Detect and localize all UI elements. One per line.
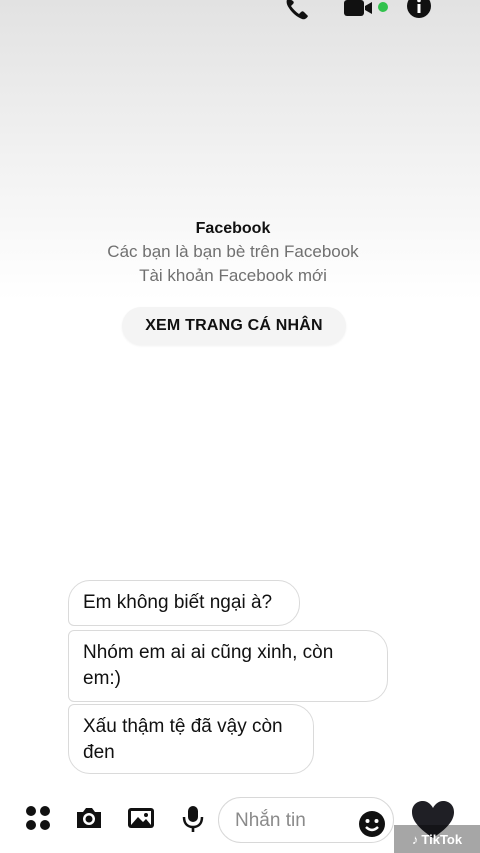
message-bubble[interactable]: Xấu thậm tệ đã vậy còn đen [68, 704, 314, 774]
message-bubble[interactable]: Em không biết ngại à? [68, 580, 300, 626]
info-icon [407, 0, 431, 18]
microphone-icon [182, 806, 204, 832]
emoji-button[interactable] [358, 810, 386, 843]
message-input-placeholder: Nhắn tin [235, 810, 306, 831]
profile-name: Facebook [195, 220, 271, 237]
more-apps-button[interactable] [24, 804, 52, 837]
gallery-icon [128, 808, 154, 828]
account-status: Tài khoản Facebook mới [139, 266, 327, 285]
friendship-status: Các bạn là bạn bè trên Facebook [107, 242, 359, 261]
profile-summary: Facebook Các bạn là bạn bè trên Facebook… [0, 218, 466, 288]
voice-button[interactable] [180, 804, 206, 839]
info-button[interactable] [404, 0, 434, 22]
camera-icon [77, 808, 101, 828]
more-apps-icon [26, 806, 50, 830]
camera-button[interactable] [74, 804, 104, 837]
tiktok-watermark: ♪ TikTok [394, 825, 480, 853]
watermark-text: TikTok [421, 831, 463, 847]
phone-icon [286, 0, 308, 20]
message-bubble[interactable]: Nhóm em ai ai cũng xinh, còn em:) [68, 630, 388, 702]
call-button[interactable] [282, 0, 312, 22]
emoji-icon [359, 811, 385, 837]
view-profile-button[interactable]: XEM TRANG CÁ NHÂN [122, 307, 346, 345]
tiktok-logo-icon: ♪ [411, 831, 419, 847]
online-indicator [378, 2, 388, 12]
gallery-button[interactable] [126, 804, 156, 837]
